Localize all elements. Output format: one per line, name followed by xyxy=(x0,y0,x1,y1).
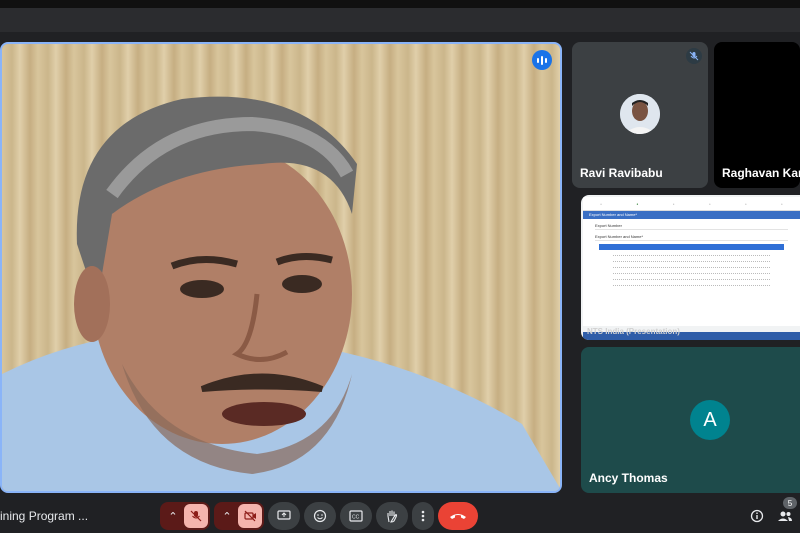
present-button[interactable] xyxy=(268,502,300,530)
camera-control-group: ⌃ xyxy=(214,502,264,530)
present-screen-icon xyxy=(277,510,291,520)
participant-tile-ravi[interactable]: Ravi Ravibabu xyxy=(572,42,708,188)
captions-button[interactable]: CC xyxy=(340,502,372,530)
participant-name: Raghavan Karighat xyxy=(722,166,800,180)
browser-top-strip xyxy=(0,0,800,8)
avatar xyxy=(620,94,660,134)
shared-document: • ● • • • • Export Number and Name* Export Nu… xyxy=(583,197,800,326)
chevron-up-icon[interactable]: ⌃ xyxy=(162,510,184,523)
doc-tree-header xyxy=(599,244,784,250)
main-speaker-tile[interactable] xyxy=(0,42,562,493)
info-icon xyxy=(750,509,764,523)
doc-field: Export Number xyxy=(595,222,788,230)
browser-tab-strip xyxy=(0,8,800,32)
mic-off-button[interactable] xyxy=(184,504,208,528)
leave-call-button[interactable] xyxy=(438,502,478,530)
doc-section-header: Export Number and Name* xyxy=(583,211,800,219)
more-options-button[interactable] xyxy=(412,502,434,530)
doc-field: Export Number and Name* xyxy=(595,233,788,241)
camera-off-button[interactable] xyxy=(238,504,262,528)
emoji-icon xyxy=(313,509,327,523)
hang-up-icon xyxy=(450,514,466,519)
speaking-icon xyxy=(532,50,552,70)
presentation-label: NTS India (Presentation) xyxy=(587,327,680,336)
people-count-badge: 5 xyxy=(783,497,797,509)
mic-off-icon xyxy=(190,510,202,522)
mic-off-icon xyxy=(686,48,702,64)
people-icon xyxy=(778,511,792,521)
step-indicator: • ● • • • • xyxy=(583,197,800,211)
mic-control-group: ⌃ xyxy=(160,502,210,530)
participant-tile-raghavan[interactable]: Raghavan Karighat xyxy=(714,42,800,188)
raise-hand-button[interactable] xyxy=(376,502,408,530)
participant-name: Ravi Ravibabu xyxy=(580,166,663,180)
presentation-tile[interactable]: • ● • • • • Export Number and Name* Export Nu… xyxy=(581,195,800,340)
captions-icon: CC xyxy=(349,510,363,522)
camera-off-icon xyxy=(243,510,256,522)
hand-icon xyxy=(387,510,398,523)
participant-name: Ancy Thomas xyxy=(589,471,668,485)
svg-text:CC: CC xyxy=(352,515,360,521)
participant-tile-ancy[interactable]: A Ancy Thomas xyxy=(581,347,800,493)
avatar: A xyxy=(690,400,730,440)
chevron-up-icon[interactable]: ⌃ xyxy=(216,510,238,523)
more-vert-icon xyxy=(421,510,425,522)
meeting-info-button[interactable] xyxy=(748,502,766,530)
speaker-video xyxy=(2,96,560,491)
meeting-title: ining Program ... xyxy=(0,509,89,523)
reactions-button[interactable] xyxy=(304,502,336,530)
